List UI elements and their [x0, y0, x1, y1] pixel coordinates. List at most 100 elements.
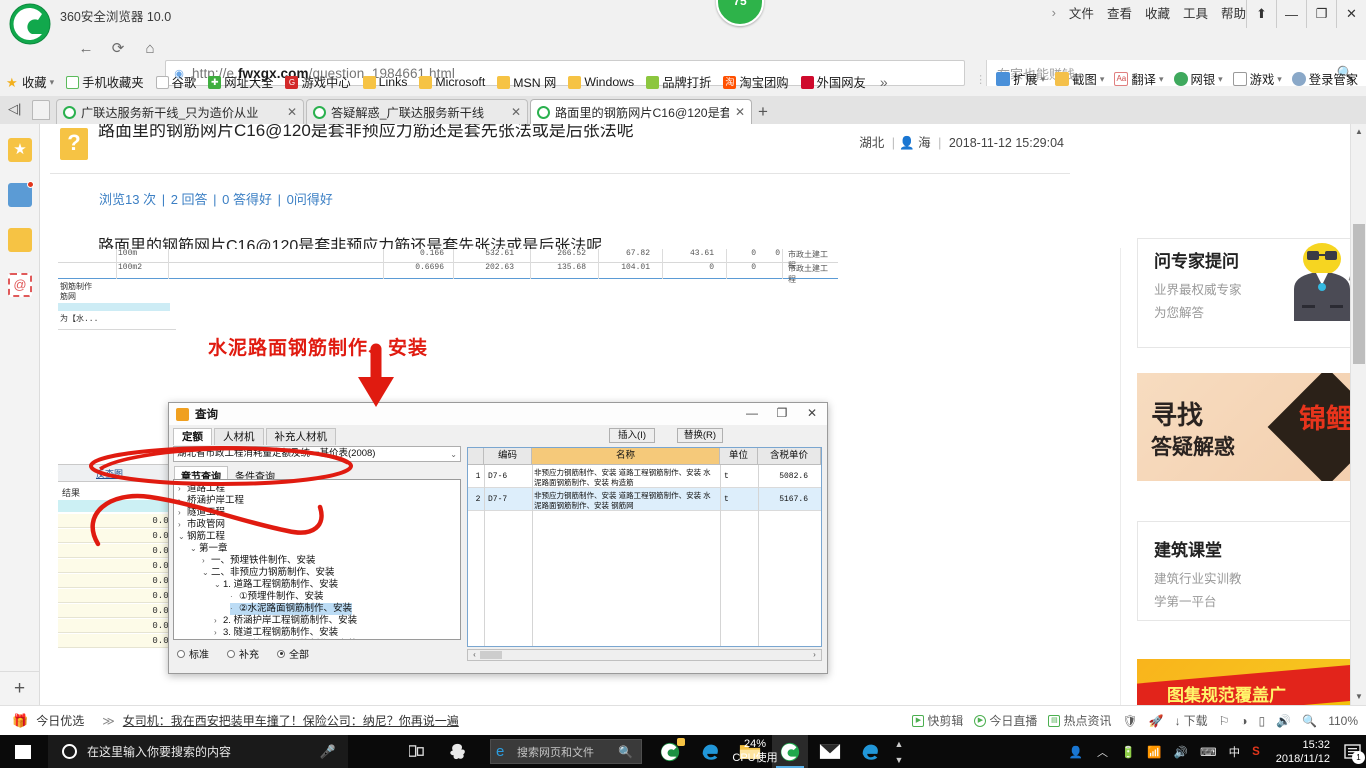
reload-button[interactable]: ⟳	[104, 34, 132, 62]
toolbar-extensions[interactable]: 扩展 ▾	[992, 70, 1049, 88]
bookmark-favorites[interactable]: ★ 收藏 ▾	[0, 71, 60, 93]
start-button[interactable]	[0, 735, 48, 768]
bookmark-foreign[interactable]: 外国网友	[795, 71, 872, 93]
scroll-thumb[interactable]	[480, 651, 502, 659]
bookmark-microsoft[interactable]: Microsoft	[413, 71, 491, 93]
status-live[interactable]: ▶ 今日直播	[974, 712, 1037, 729]
ie-search-pill[interactable]: e 搜索网页和文件 🔍	[490, 739, 642, 764]
chevron-down-icon[interactable]: ▾	[1100, 74, 1105, 85]
tree-node[interactable]: ·4. 市政管网工程钢筋制作、安装	[214, 639, 357, 640]
back-button[interactable]: ←	[72, 34, 100, 62]
bookmark-msn[interactable]: MSN 网	[491, 71, 562, 93]
ie-search-placeholder[interactable]: 搜索网页和文件	[517, 744, 594, 760]
window-icon[interactable]: ▯	[1259, 714, 1266, 728]
cpu-usage-indicator[interactable]: 24% CPU使用	[718, 737, 792, 765]
tab-0[interactable]: 广联达服务新干线_只为造价从业 ✕	[56, 99, 304, 124]
tab-close-icon[interactable]: ✕	[511, 105, 521, 119]
bookmark-windows[interactable]: Windows	[562, 71, 640, 93]
status-news-link[interactable]: 女司机：我在西安把装甲车撞了！保险公司：纳尼？你再说一遍	[123, 712, 459, 729]
stat-views[interactable]: 浏览13 次	[99, 192, 156, 207]
scroll-thumb[interactable]	[1353, 224, 1365, 364]
tab-scroll-left-button[interactable]: ◁|	[8, 101, 21, 117]
keyboard-icon[interactable]: ⌨	[1194, 745, 1223, 759]
notification-center-button[interactable]: 1	[1340, 735, 1366, 768]
page-scrollbar[interactable]: ▲ ▼	[1350, 124, 1366, 705]
chapter-tree[interactable]: › 道路工程 › 桥涵护岸工程 › 隧道工程 › 市政管网 ⌄ 钢筋工程 ⌄ 第一章 › 一、…	[173, 479, 461, 640]
news-expand-icon[interactable]: ≫	[102, 714, 115, 728]
add-rail-item-button[interactable]: +	[0, 671, 39, 705]
stat-good-questions[interactable]: 0问得好	[287, 192, 333, 207]
bookmark-links[interactable]: Links	[357, 71, 414, 93]
tree-node[interactable]: ⌄ 钢筋工程	[178, 531, 225, 543]
volume-icon[interactable]: 🔊	[1168, 745, 1194, 759]
toolbar-screenshot[interactable]: 截图 ▾	[1051, 70, 1108, 88]
sogou-icon[interactable]: S	[1246, 746, 1266, 758]
bookmark-google[interactable]: 谷歌	[150, 71, 203, 93]
bookmark-hao360[interactable]: ✚ 网址大全	[202, 71, 279, 93]
tree-node[interactable]: ⌄ 二、非预应力钢筋制作、安装	[202, 567, 335, 579]
chevron-down-icon[interactable]: ▾	[1041, 74, 1046, 85]
banner-drawings[interactable]: 图集规范覆盖广 建筑资料数量多 点击查看	[1137, 659, 1350, 705]
scroll-left-icon[interactable]: ‹	[469, 650, 480, 660]
maximize-button[interactable]: ❐	[1306, 0, 1336, 28]
bookmark-mobile[interactable]: 手机收藏夹	[60, 71, 150, 93]
menu-tools[interactable]: 工具	[1183, 3, 1208, 22]
radio-standard[interactable]: 标准	[177, 646, 209, 661]
tree-node[interactable]: › 市政管网	[178, 519, 225, 531]
tab-close-icon[interactable]: ✕	[735, 105, 745, 119]
weibo-icon[interactable]	[8, 228, 32, 252]
clock-area[interactable]: 15:32 2018/11/12	[1266, 738, 1340, 766]
replace-button[interactable]: 替换(R)	[677, 428, 723, 443]
minimize-button[interactable]: —	[1276, 0, 1306, 28]
pin-window-button[interactable]: ⬆	[1246, 0, 1276, 28]
gift-icon[interactable]: 🎁	[12, 713, 28, 729]
grid-horizontal-scrollbar[interactable]: ‹ ›	[467, 649, 822, 661]
chevron-down-icon[interactable]: ▾	[50, 77, 55, 88]
rocket-icon[interactable]: 🚀	[1149, 714, 1164, 728]
tree-node[interactable]: › 2. 桥涵护岸工程钢筋制作、安装	[214, 615, 357, 627]
chevron-down-icon[interactable]: ▾	[1218, 74, 1223, 85]
tree-node[interactable]: ⌄ 1. 道路工程钢筋制作、安装	[214, 579, 338, 591]
menu-help[interactable]: 帮助	[1221, 3, 1246, 22]
safety-score-badge[interactable]: 75	[716, 0, 764, 26]
mail-icon[interactable]	[812, 735, 848, 768]
radio-all[interactable]: 全部	[277, 646, 309, 661]
edge-icon[interactable]	[852, 735, 888, 768]
banner-find-koi[interactable]: 寻找 答疑解惑 锦鲤	[1137, 373, 1350, 481]
tree-node[interactable]: ⌄ 第一章	[190, 543, 228, 555]
zoom-icon[interactable]: 🔍	[1302, 714, 1317, 728]
dialog-tab-supplement[interactable]: 补充人材机	[265, 428, 336, 445]
favorites-icon[interactable]: ★	[8, 138, 32, 162]
tab-2[interactable]: 路面里的钢筋网片C16@120是套 ✕	[530, 99, 752, 124]
toolbar-games[interactable]: 游戏 ▾	[1229, 70, 1286, 88]
chevron-up-icon[interactable]: ︿	[1090, 744, 1115, 760]
taskbar-overflow-chevrons[interactable]: ▲ ▼	[890, 735, 908, 768]
tree-node[interactable]: › 一、预埋铁件制作、安装	[202, 555, 316, 567]
task-view-icon[interactable]	[400, 735, 434, 768]
app-s-icon[interactable]	[440, 735, 474, 768]
daily-picks-label[interactable]: 今日优选	[36, 712, 84, 729]
ime-indicator[interactable]: 中	[1223, 744, 1247, 760]
tree-node-selected[interactable]: · ②水泥路面钢筋制作、安装	[230, 603, 353, 615]
mode-icon[interactable]: ◑	[1240, 714, 1247, 728]
status-clip[interactable]: ▶ 快剪辑	[912, 712, 963, 729]
sound-icon[interactable]: 🔊	[1276, 714, 1291, 728]
stat-answers[interactable]: 2 回答	[171, 192, 208, 207]
table-row[interactable]: 1 D7-6 非预应力钢筋制作、安装 道路工程钢筋制作、安装 水泥路面钢筋制作、…	[468, 465, 821, 488]
scroll-up-icon[interactable]: ▲	[1351, 124, 1366, 140]
tree-node[interactable]: · ①预埋件制作、安装	[230, 591, 324, 603]
mail-icon[interactable]: @	[8, 273, 32, 297]
chevron-down-icon[interactable]: ▾	[1277, 74, 1282, 85]
search-icon[interactable]: 🔍	[618, 745, 633, 759]
taskbar-search-input[interactable]: 在这里输入你要搜索的内容	[87, 743, 231, 760]
new-tab-button[interactable]: +	[758, 102, 768, 122]
dialog-minimize-button[interactable]: —	[737, 403, 767, 423]
status-download[interactable]: ↓ 下载	[1175, 712, 1208, 729]
quota-library-select[interactable]: 湖北省市政工程消耗量定额及统一基价表(2008) ⌄	[173, 446, 461, 462]
shield-icon[interactable]: 🛡	[1122, 714, 1137, 728]
chevron-down-icon[interactable]: ⌄	[450, 448, 457, 462]
scroll-right-icon[interactable]: ›	[809, 650, 820, 660]
dialog-tab-resource[interactable]: 人材机	[214, 428, 264, 445]
flag-icon[interactable]: ⚐	[1219, 714, 1230, 728]
zoom-level[interactable]: 110%	[1328, 714, 1358, 728]
